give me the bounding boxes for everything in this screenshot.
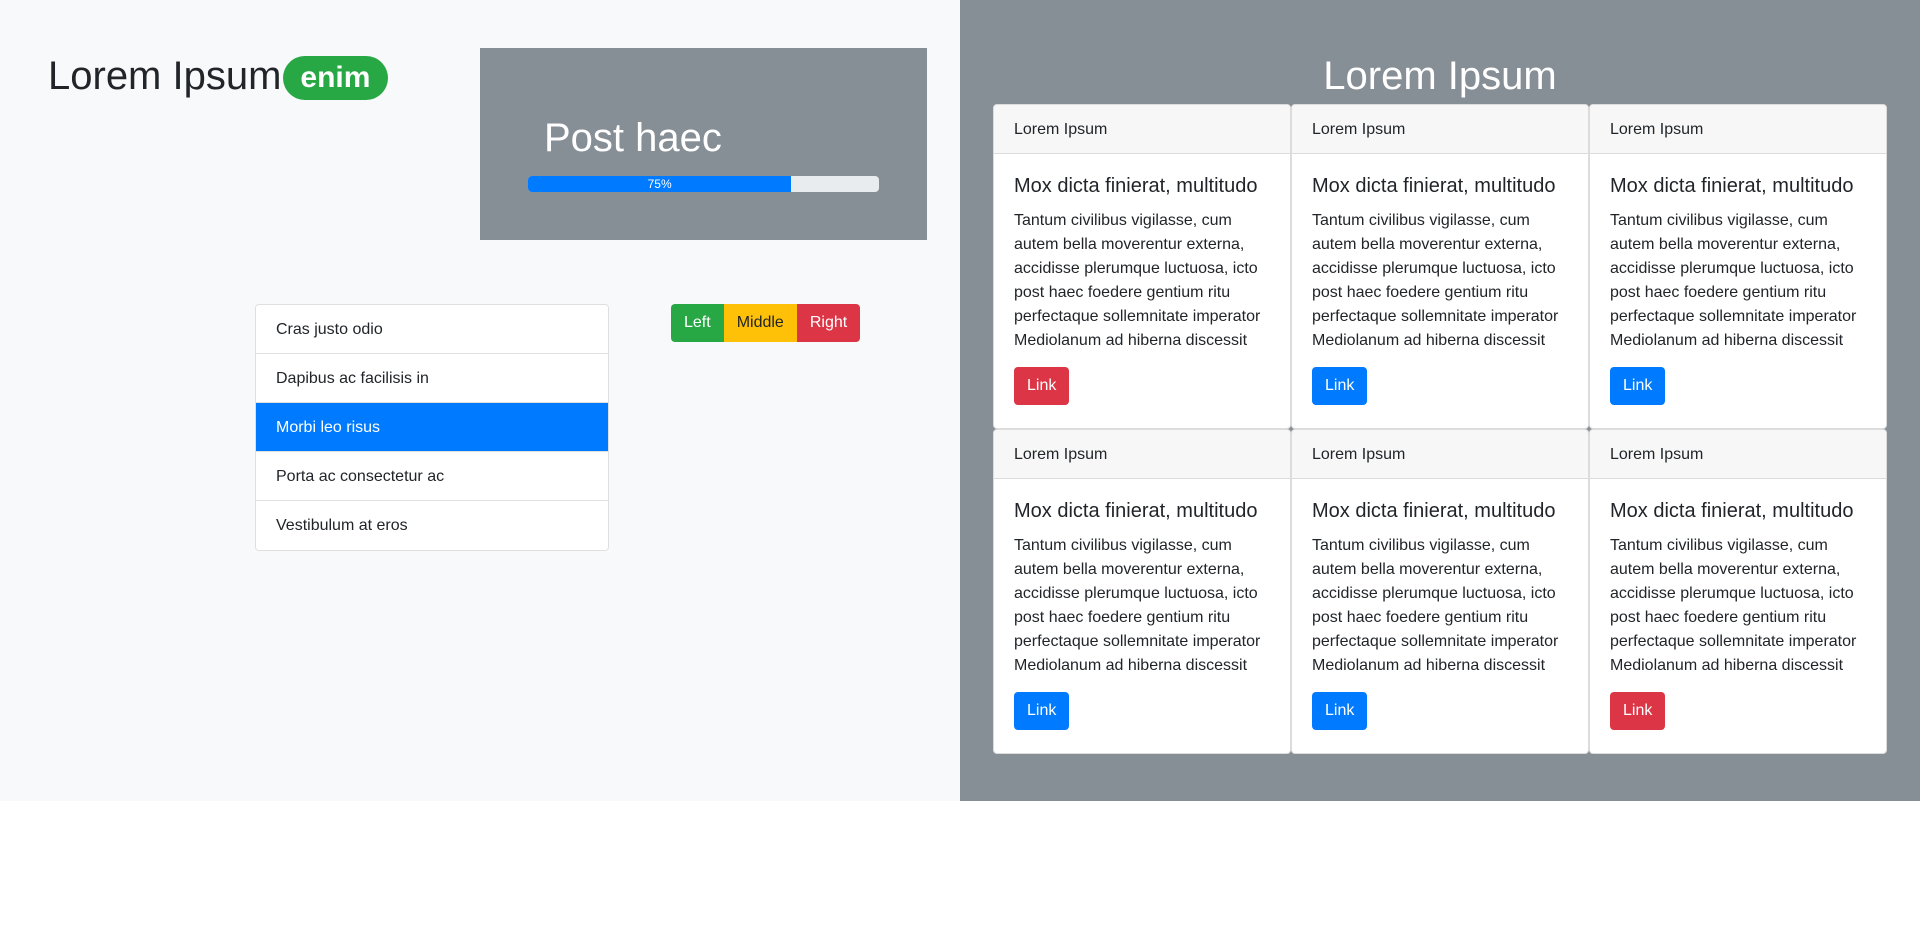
card-text: Tantum civilibus vigilasse, cum autem be… [1014, 212, 1261, 349]
card-body: Mox dicta finierat, multitudo Tantum civ… [1292, 154, 1588, 405]
list-group: Cras justo odio Dapibus ac facilisis in … [255, 304, 609, 551]
card-header: Lorem Ipsum [1590, 430, 1886, 479]
page-top: Lorem Ipsum enim Post haec 75% Cras just… [0, 0, 1920, 801]
card-header: Lorem Ipsum [1292, 105, 1588, 154]
left-button[interactable]: Left [671, 304, 724, 342]
brand: Lorem Ipsum enim [48, 50, 389, 102]
jumbotron-title: Post haec [544, 116, 722, 160]
card: Lorem Ipsum Mox dicta finierat, multitud… [993, 429, 1291, 754]
right-button[interactable]: Right [796, 304, 861, 342]
middle-button[interactable]: Middle [723, 304, 797, 342]
card: Lorem Ipsum Mox dicta finierat, multitud… [1291, 429, 1589, 754]
card-text: Tantum civilibus vigilasse, cum autem be… [1610, 537, 1857, 674]
card: Lorem Ipsum Mox dicta finierat, multitud… [1589, 429, 1887, 754]
brand-badge: enim [283, 56, 389, 100]
card-text: Tantum civilibus vigilasse, cum autem be… [1014, 537, 1261, 674]
card-title: Mox dicta finierat, multitudo [1610, 175, 1854, 197]
card-link-button[interactable]: Link [1014, 692, 1070, 730]
list-item[interactable]: Porta ac consectetur ac [256, 452, 608, 501]
card-header: Lorem Ipsum [1590, 105, 1886, 154]
card-text: Tantum civilibus vigilasse, cum autem be… [1312, 212, 1559, 349]
card-title: Mox dicta finierat, multitudo [1312, 175, 1556, 197]
card: Lorem Ipsum Mox dicta finierat, multitud… [993, 104, 1291, 429]
card-title: Mox dicta finierat, multitudo [1014, 175, 1258, 197]
card-body: Mox dicta finierat, multitudo Tantum civ… [1590, 479, 1886, 730]
list-item[interactable]: Dapibus ac facilisis in [256, 354, 608, 403]
card-body: Mox dicta finierat, multitudo Tantum civ… [1292, 479, 1588, 730]
card-body: Mox dicta finierat, multitudo Tantum civ… [994, 479, 1290, 730]
jumbotron: Post haec 75% [480, 48, 927, 240]
card: Lorem Ipsum Mox dicta finierat, multitud… [1589, 104, 1887, 429]
card-link-button[interactable]: Link [1312, 692, 1368, 730]
card-title: Mox dicta finierat, multitudo [1312, 500, 1556, 522]
card-link-button[interactable]: Link [1610, 692, 1666, 730]
card-header: Lorem Ipsum [994, 430, 1290, 479]
left-pane: Lorem Ipsum enim Post haec 75% Cras just… [0, 0, 960, 801]
progress-bar-track: 75% [528, 176, 879, 192]
list-item[interactable]: Morbi leo risus [256, 403, 608, 452]
card-title: Mox dicta finierat, multitudo [1014, 500, 1258, 522]
card-text: Tantum civilibus vigilasse, cum autem be… [1312, 537, 1559, 674]
progress-bar-fill: 75% [528, 176, 792, 192]
card-header: Lorem Ipsum [994, 105, 1290, 154]
card-link-button[interactable]: Link [1312, 367, 1368, 405]
brand-title: Lorem Ipsum [48, 54, 282, 98]
card-text: Tantum civilibus vigilasse, cum autem be… [1610, 212, 1857, 349]
card-link-button[interactable]: Link [1014, 367, 1070, 405]
card-grid: Lorem Ipsum Mox dicta finierat, multitud… [993, 104, 1887, 754]
card-body: Mox dicta finierat, multitudo Tantum civ… [1590, 154, 1886, 405]
section-title: Lorem Ipsum [1323, 54, 1557, 98]
button-group: Left Middle Right [671, 304, 861, 342]
list-item[interactable]: Vestibulum at eros [256, 501, 608, 550]
card-title: Mox dicta finierat, multitudo [1610, 500, 1854, 522]
card: Lorem Ipsum Mox dicta finierat, multitud… [1291, 104, 1589, 429]
card-header: Lorem Ipsum [1292, 430, 1588, 479]
card-body: Mox dicta finierat, multitudo Tantum civ… [994, 154, 1290, 405]
list-item[interactable]: Cras justo odio [256, 305, 608, 354]
card-link-button[interactable]: Link [1610, 367, 1666, 405]
